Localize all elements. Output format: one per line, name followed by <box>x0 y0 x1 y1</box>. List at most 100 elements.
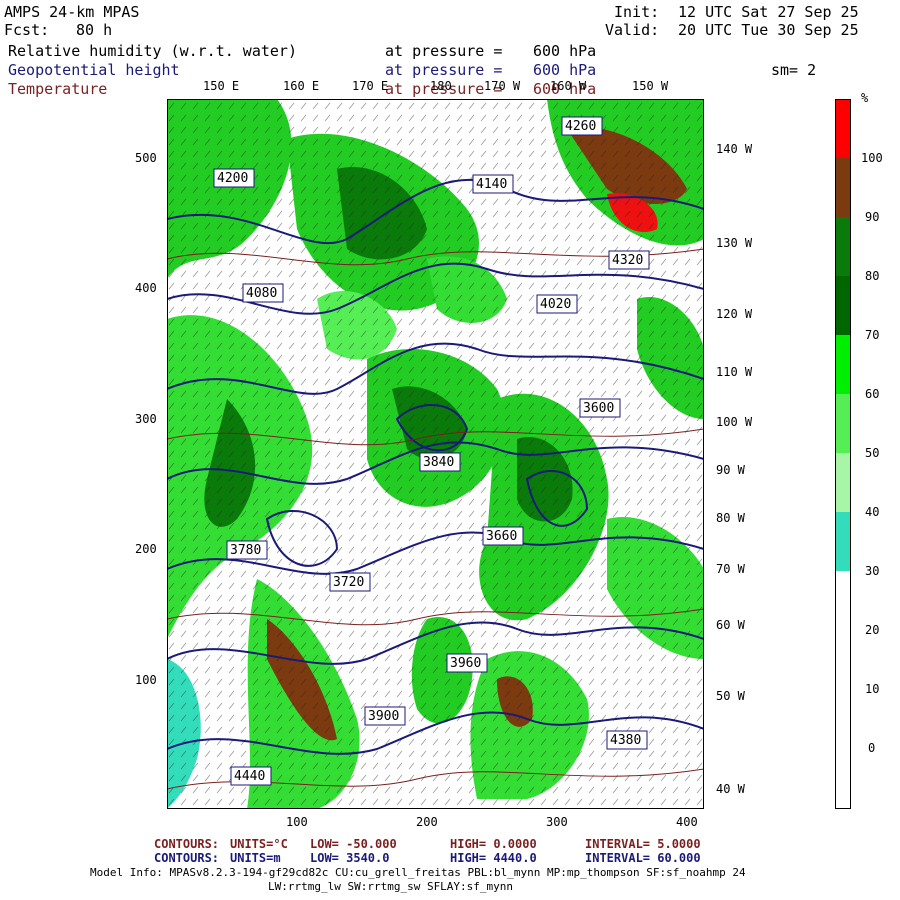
lon-label-170e: 170 E <box>352 79 389 93</box>
model-info-line-2: LW:rrtmg_lw SW:rrtmg_sw SFLAY:sf_mynn <box>268 880 514 893</box>
height-label-3900: 3900 <box>364 706 406 726</box>
height-label-3600: 3600 <box>579 398 621 418</box>
lon-label-110w: 110 W <box>716 365 753 379</box>
y-tick-400: 400 <box>135 281 157 295</box>
height-contours-low: LOW= 3540.0 <box>310 851 390 865</box>
x-tick-300: 300 <box>546 815 568 829</box>
height-contours-units: UNITS=m <box>230 851 281 865</box>
lon-label-100w: 100 W <box>716 415 753 429</box>
height-contours-high: HIGH= 4440.0 <box>450 851 537 865</box>
smoothing-label: sm= 2 <box>771 61 817 79</box>
temp-contours-units: UNITS=°C <box>230 837 288 851</box>
colorbar-segment-80 <box>835 217 851 276</box>
field-rh-name: Relative humidity (w.r.t. water) <box>8 42 297 60</box>
height-label-3780: 3780 <box>226 540 268 560</box>
svg-text:4320: 4320 <box>612 253 643 268</box>
svg-text:4200: 4200 <box>217 171 248 186</box>
lon-label-130w: 130 W <box>716 236 753 250</box>
colorbar-segment-70 <box>835 276 851 335</box>
temp-contours-low: LOW= -50.000 <box>310 837 397 851</box>
colorbar <box>835 99 851 809</box>
y-tick-100: 100 <box>135 673 157 687</box>
lon-label-150e: 150 E <box>203 79 240 93</box>
x-tick-200: 200 <box>416 815 438 829</box>
valid-value: 20 UTC Tue 30 Sep 25 <box>678 21 859 39</box>
model-info-line-1: Model Info: MPASv8.2.3-194-gf29cd82c CU:… <box>90 866 746 879</box>
height-contours-interval: INTERVAL= 60.000 <box>585 851 701 865</box>
height-label-4380: 4380 <box>606 730 648 750</box>
svg-text:4440: 4440 <box>234 769 265 784</box>
svg-text:3780: 3780 <box>230 543 261 558</box>
forecast-label: Fcst: <box>4 21 50 39</box>
svg-text:3840: 3840 <box>423 455 454 470</box>
colorbar-segment-60 <box>835 335 851 394</box>
height-contours-label: CONTOURS: <box>154 851 220 865</box>
lon-label-160w: 160 W <box>550 79 587 93</box>
colorbar-label-100: 100 <box>861 151 883 165</box>
lon-label-50w: 50 W <box>716 689 745 703</box>
weather-map: 4260 4200 4080 3960 3900 3840 3780 3720 … <box>167 99 704 809</box>
colorbar-segment-low <box>835 571 851 809</box>
lon-label-120w: 120 W <box>716 307 753 321</box>
colorbar-label-30: 30 <box>865 564 880 578</box>
lon-label-180: 180 <box>430 79 452 93</box>
height-label-3660: 3660 <box>482 526 524 546</box>
height-label-4080: 4080 <box>242 283 284 303</box>
field-rh-level-value: 600 hPa <box>533 42 597 60</box>
svg-text:4020: 4020 <box>540 297 571 312</box>
lon-label-40w: 40 W <box>716 782 745 796</box>
colorbar-label-10: 10 <box>865 682 880 696</box>
colorbar-segment-100 <box>835 99 851 158</box>
colorbar-label-90: 90 <box>865 210 880 224</box>
height-label-4440: 4440 <box>230 766 272 786</box>
temp-contours-high: HIGH= 0.0000 <box>450 837 537 851</box>
valid-label: Valid: <box>605 21 660 39</box>
field-temp-name: Temperature <box>8 80 108 98</box>
svg-text:4080: 4080 <box>246 286 277 301</box>
lon-label-90w: 90 W <box>716 463 745 477</box>
y-tick-500: 500 <box>135 151 157 165</box>
colorbar-unit: % <box>861 91 869 105</box>
lon-label-160e: 160 E <box>283 79 320 93</box>
svg-text:3660: 3660 <box>486 529 517 544</box>
colorbar-label-80: 80 <box>865 269 880 283</box>
lon-label-80w: 80 W <box>716 511 745 525</box>
colorbar-label-20: 20 <box>865 623 880 637</box>
x-tick-100: 100 <box>286 815 308 829</box>
colorbar-label-0: 0 <box>868 741 876 755</box>
colorbar-segment-30 <box>835 512 851 571</box>
svg-text:3900: 3900 <box>368 709 399 724</box>
lon-label-150w: 150 W <box>632 79 669 93</box>
init-label: Init: <box>614 3 660 21</box>
height-label-3960: 3960 <box>446 653 488 673</box>
svg-text:3720: 3720 <box>333 575 364 590</box>
height-label-4260: 4260 <box>561 116 603 136</box>
colorbar-label-40: 40 <box>865 505 880 519</box>
x-tick-400: 400 <box>676 815 698 829</box>
y-tick-300: 300 <box>135 412 157 426</box>
colorbar-segment-90 <box>835 158 851 217</box>
colorbar-label-50: 50 <box>865 446 880 460</box>
forecast-value: 80 h <box>76 21 113 39</box>
field-height-level-value: 600 hPa <box>533 61 597 79</box>
height-label-3720: 3720 <box>329 572 371 592</box>
height-label-4320: 4320 <box>608 250 650 270</box>
colorbar-label-60: 60 <box>865 387 880 401</box>
height-label-3840: 3840 <box>419 452 461 472</box>
height-label-4020: 4020 <box>536 294 578 314</box>
model-title: AMPS 24-km MPAS <box>4 3 140 21</box>
field-rh-level-label: at pressure = <box>385 42 503 60</box>
colorbar-segment-40 <box>835 453 851 512</box>
svg-text:3960: 3960 <box>450 656 481 671</box>
lon-label-140w: 140 W <box>716 142 753 156</box>
temp-contours-label: CONTOURS: <box>154 837 220 851</box>
colorbar-segment-50 <box>835 394 851 453</box>
temp-contours-interval: INTERVAL= 5.0000 <box>585 837 701 851</box>
field-height-level-label: at pressure = <box>385 61 503 79</box>
init-value: 12 UTC Sat 27 Sep 25 <box>678 3 859 21</box>
height-label-4200: 4200 <box>213 168 255 188</box>
field-height-name: Geopotential height <box>8 61 180 79</box>
lon-label-170w: 170 W <box>484 79 521 93</box>
lon-label-70w: 70 W <box>716 562 745 576</box>
svg-text:3600: 3600 <box>583 401 614 416</box>
